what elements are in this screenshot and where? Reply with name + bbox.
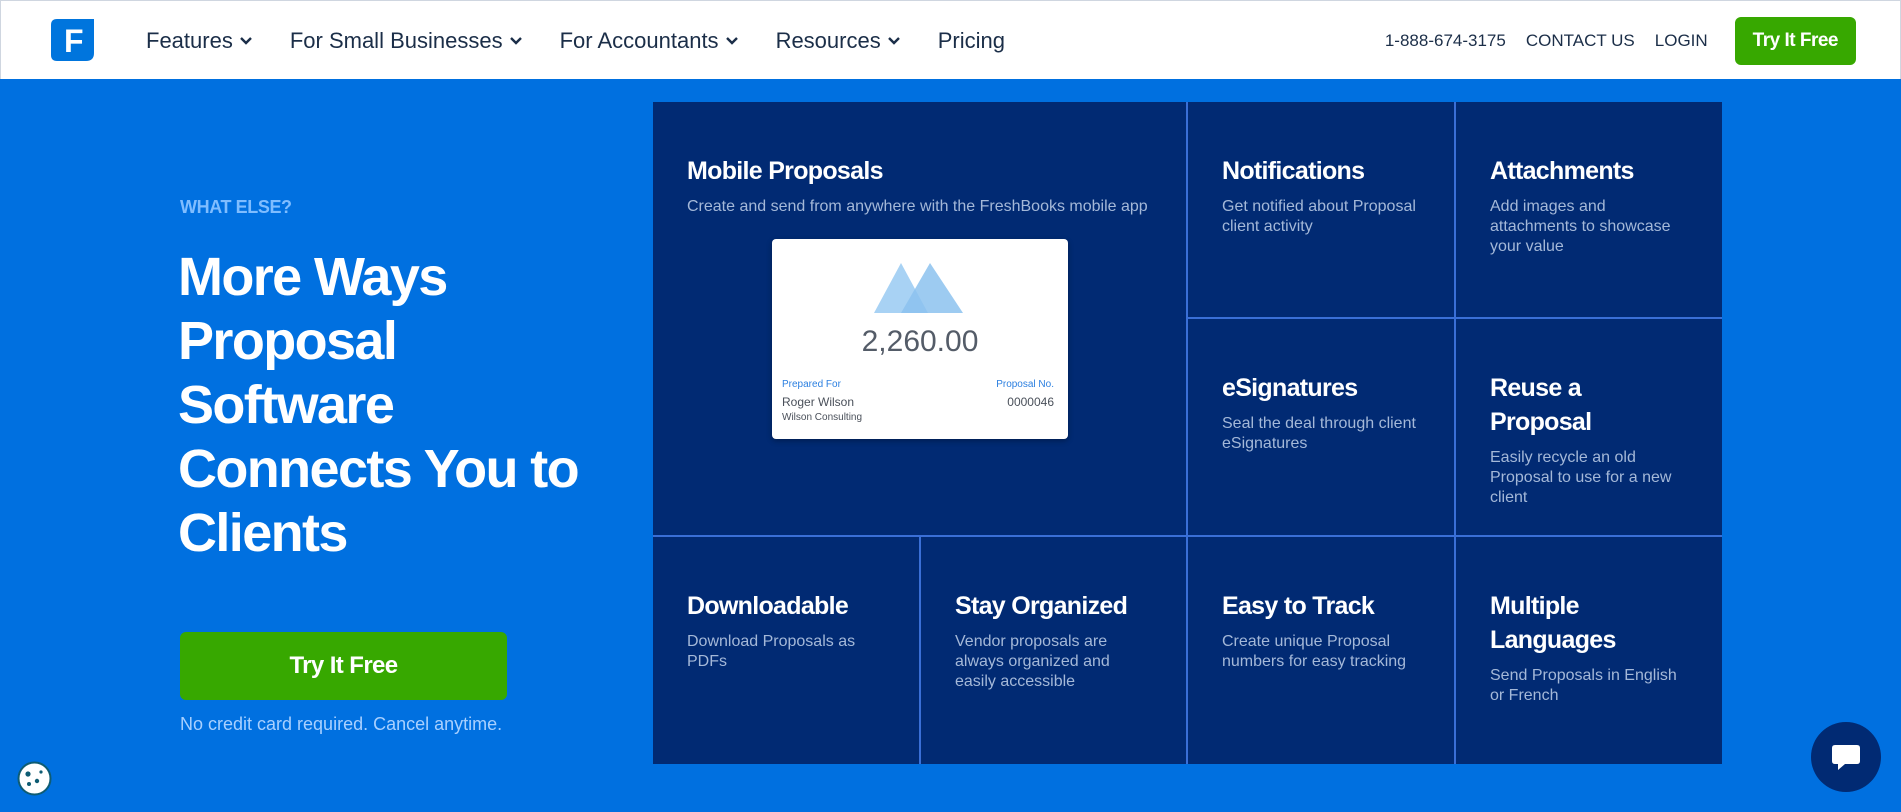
site-header: F Features For Small Businesses For Acco… [0,0,1901,79]
feature-attachments: Attachments Add images and attachments t… [1456,102,1722,317]
feature-title: Notifications [1222,157,1365,185]
chevron-down-icon [509,36,522,45]
nav-pricing-label: Pricing [937,27,1005,53]
feature-desc: Get notified about Proposal client activ… [1222,198,1416,235]
client-name: Roger Wilson [782,395,855,409]
feature-notifications: Notifications Get notified about Proposa… [1188,102,1454,317]
feature-desc: Seal the deal through client eSignatures [1222,415,1416,452]
hero-note: No credit card required. Cancel anytime. [180,714,503,734]
prepared-for-label: Prepared For [782,379,841,390]
feature-title: Downloadable [687,592,849,620]
feature-desc: Easily recycle an old Proposal to use fo… [1490,449,1672,506]
nav-small-businesses[interactable]: For Small Businesses [290,28,522,54]
phone-link[interactable]: 1-888-674-3175 [1385,31,1506,51]
mountains-icon [874,263,963,313]
chevron-down-icon [887,36,900,45]
nav-features-label: Features [146,27,233,53]
hero-title: More Ways Proposal Software Connects You… [178,247,580,563]
chat-bubble-icon [1832,745,1860,770]
feature-title: Attachments [1490,157,1634,185]
proposal-amount: 2,260.00 [861,325,979,358]
nav-resources[interactable]: Resources [776,28,900,54]
nav-accountants-label: For Accountants [559,27,719,53]
chevron-down-icon [725,36,738,45]
feature-title: Mobile Proposals [687,157,883,185]
nav-small-businesses-label: For Small Businesses [289,27,503,53]
freshbooks-logo-icon[interactable]: F [51,19,94,61]
nav-pricing[interactable]: Pricing [938,28,1005,54]
nav-accountants[interactable]: For Accountants [560,28,738,54]
hero-try-free-button[interactable]: Try It Free [180,632,507,700]
feature-title: eSignatures [1222,374,1358,402]
feature-mobile-proposals: Mobile Proposals Create and send from an… [653,102,1186,535]
svg-text:F: F [64,23,84,59]
client-company: Wilson Consulting [782,412,863,423]
feature-desc: Send Proposals in English or French [1490,667,1677,704]
feature-desc: Create unique Proposal numbers for easy … [1222,633,1407,670]
chevron-down-icon [239,36,252,45]
chat-button[interactable] [1811,722,1881,792]
proposal-no-label: Proposal No. [996,379,1054,390]
nav-resources-label: Resources [775,27,881,53]
cookie-icon[interactable] [16,760,53,797]
main-nav: Features For Small Businesses For Accoun… [146,1,1043,80]
feature-esignatures: eSignatures Seal the deal through client… [1188,319,1454,535]
feature-title: Multiple Languages [1490,592,1616,654]
login-link[interactable]: LOGIN [1655,31,1708,51]
nav-features[interactable]: Features [146,28,252,54]
header-actions: 1-888-674-3175 CONTACT US LOGIN Try It F… [1385,1,1856,80]
feature-desc: Download Proposals as PDFs [687,633,856,670]
feature-desc: Create and send from anywhere with the F… [687,198,1148,215]
feature-easy-to-track: Easy to Track Create unique Proposal num… [1188,537,1454,764]
feature-reuse-proposal: Reuse a Proposal Easily recycle an old P… [1456,319,1722,535]
contact-us-link[interactable]: CONTACT US [1526,31,1635,51]
header-try-free-button[interactable]: Try It Free [1734,16,1856,65]
feature-desc: Vendor proposals are always organized an… [955,633,1110,690]
proposal-preview-card: 2,260.00 Prepared For Proposal No. Roger… [772,239,1068,439]
feature-title: Easy to Track [1222,592,1375,620]
feature-title: Reuse a Proposal [1490,374,1592,436]
section-eyebrow: WHAT ELSE? [180,197,292,217]
proposal-number: 0000046 [1007,395,1054,409]
feature-title: Stay Organized [955,592,1128,620]
feature-downloadable: Downloadable Download Proposals as PDFs [653,537,919,764]
feature-grid: Mobile Proposals Create and send from an… [653,102,1722,764]
feature-multiple-languages: Multiple Languages Send Proposals in Eng… [1456,537,1722,764]
feature-desc: Add images and attachments to showcase y… [1490,198,1671,255]
feature-stay-organized: Stay Organized Vendor proposals are alwa… [921,537,1186,764]
